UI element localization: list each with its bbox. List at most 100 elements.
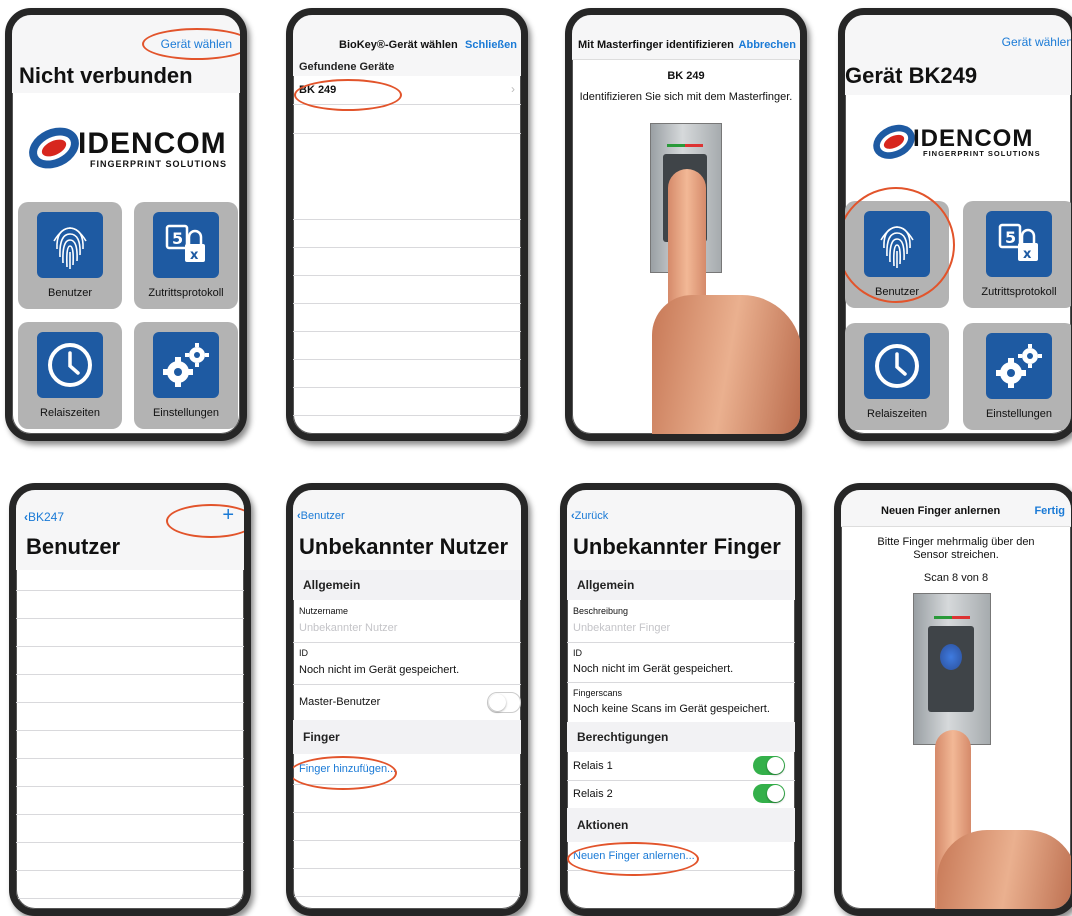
divider (293, 387, 521, 388)
divider (16, 758, 244, 759)
back-button[interactable]: ‹Zurück (571, 510, 608, 522)
tile-relay-times[interactable]: Relaiszeiten (845, 323, 949, 430)
screen-learn-finger: Neuen Finger anlernen Fertig Bitte Finge… (834, 483, 1072, 916)
divider (293, 896, 521, 897)
divider (293, 303, 521, 304)
section-actions: Aktionen (567, 808, 795, 842)
divider (16, 702, 244, 703)
tile-settings[interactable]: Einstellungen (134, 322, 238, 429)
tile-access-log[interactable]: 5 x Zutrittsprotokoll (134, 202, 238, 309)
idencom-logo: IDENCOM FINGERPRINT SOLUTIONS (869, 119, 1071, 165)
nav-header (572, 15, 800, 60)
idencom-logo: IDENCOM FINGERPRINT SOLUTIONS (24, 121, 240, 177)
divider (16, 870, 244, 871)
divider (293, 275, 521, 276)
screen-master-identify: Mit Masterfinger identifizieren Abbreche… (565, 8, 807, 441)
divider (16, 646, 244, 647)
divider (293, 219, 521, 220)
nav-header (293, 15, 521, 60)
fingerprint-icon (37, 212, 103, 278)
svg-text:x: x (190, 248, 199, 263)
divider (16, 898, 244, 899)
id-field: ID Noch nicht im Gerät gespeichert. (293, 642, 521, 685)
divider (16, 618, 244, 619)
highlight-circle (294, 79, 402, 111)
svg-text:x: x (1023, 247, 1032, 262)
screen-unknown-finger: ‹Zurück Unbekannter Finger Allgemein Bes… (560, 483, 802, 916)
divider (16, 814, 244, 815)
highlight-circle (166, 504, 244, 538)
divider (293, 133, 521, 134)
svg-text:5: 5 (172, 229, 183, 248)
page-title: Unbekannter Finger (573, 534, 781, 559)
section-general: Allgemein (567, 570, 795, 600)
master-user-toggle[interactable] (487, 692, 521, 713)
screen-device-connected: Gerät wählen Gerät BK249 IDENCOM FINGERP… (838, 8, 1072, 441)
gears-icon (153, 332, 219, 398)
divider (293, 247, 521, 248)
done-button[interactable]: Fertig (1034, 505, 1065, 517)
hand-image (937, 830, 1071, 909)
fingerscans-field: Fingerscans Noch keine Scans im Gerät ge… (573, 688, 770, 715)
divider (16, 590, 244, 591)
page-title: Neuen Finger anlernen (881, 505, 1001, 517)
highlight-circle (845, 187, 955, 303)
divider (16, 674, 244, 675)
page-title: Gerät BK249 (845, 63, 978, 88)
tile-relay-times[interactable]: Relaiszeiten (18, 322, 122, 429)
tile-access-log[interactable]: 5 x Zutrittsprotokoll (963, 201, 1071, 308)
tile-users[interactable]: Benutzer (18, 202, 122, 309)
divider (293, 331, 521, 332)
section-general: Allgemein (293, 570, 521, 600)
screen-not-connected: Gerät wählen Nicht verbunden IDENCOM FIN… (5, 8, 247, 441)
page-title: Unbekannter Nutzer (299, 534, 509, 559)
divider (293, 415, 521, 416)
divider (293, 812, 521, 813)
section-finger: Finger (293, 720, 521, 754)
access-log-icon: 5 x (153, 212, 219, 278)
screen-unknown-user: ‹Benutzer Unbekannter Nutzer Allgemein N… (286, 483, 528, 916)
svg-text:5: 5 (1005, 228, 1016, 247)
highlight-circle (293, 756, 397, 790)
highlight-circle (142, 28, 240, 60)
access-log-icon: 5 x (986, 211, 1052, 277)
relay1-toggle[interactable] (753, 756, 785, 775)
page-title: Mit Masterfinger identifizieren (578, 39, 734, 51)
select-device-link[interactable]: Gerät wählen (1002, 35, 1071, 49)
back-button[interactable]: ‹BK247 (24, 510, 64, 524)
divider (293, 868, 521, 869)
cancel-button[interactable]: Abbrechen (739, 39, 796, 51)
screen-select-device: BioKey®-Gerät wählen Schließen Gefundene… (286, 8, 528, 441)
instruction-text: Bitte Finger mehrmalig über den Sensor s… (877, 536, 1035, 561)
tile-settings[interactable]: Einstellungen (963, 323, 1071, 430)
screen-users-list: ‹BK247 + Benutzer (9, 483, 251, 916)
divider (293, 840, 521, 841)
page-title: Benutzer (26, 534, 121, 559)
relay1-row: Relais 1 (567, 752, 795, 781)
relay2-toggle[interactable] (753, 784, 785, 803)
divider (16, 730, 244, 731)
highlight-circle (567, 842, 699, 876)
username-field[interactable]: Nutzername Unbekannter Nutzer (293, 600, 521, 643)
relay2-row: Relais 2 (567, 780, 795, 808)
chevron-right-icon: › (511, 82, 515, 96)
divider (16, 842, 244, 843)
id-field: ID Noch nicht im Gerät gespeichert. (567, 642, 795, 683)
gears-icon (986, 333, 1052, 399)
page-title: BioKey®-Gerät wählen (339, 39, 458, 51)
section-header: Gefundene Geräte (293, 59, 521, 76)
clock-icon (864, 333, 930, 399)
description-field[interactable]: Beschreibung Unbekannter Finger (567, 600, 795, 643)
section-permissions: Berechtigungen (567, 722, 795, 752)
close-button[interactable]: Schließen (465, 39, 517, 51)
master-user-row: Master-Benutzer (293, 684, 521, 720)
device-name: BK 249 (667, 70, 705, 82)
instruction-text: Identifizieren Sie sich mit dem Masterfi… (579, 91, 793, 103)
hand-image (652, 295, 800, 434)
back-button[interactable]: ‹Benutzer (297, 510, 345, 522)
clock-icon (37, 332, 103, 398)
page-title: Nicht verbunden (19, 63, 193, 88)
divider (16, 786, 244, 787)
fingerprint-sensor-image (913, 593, 991, 745)
divider (293, 359, 521, 360)
